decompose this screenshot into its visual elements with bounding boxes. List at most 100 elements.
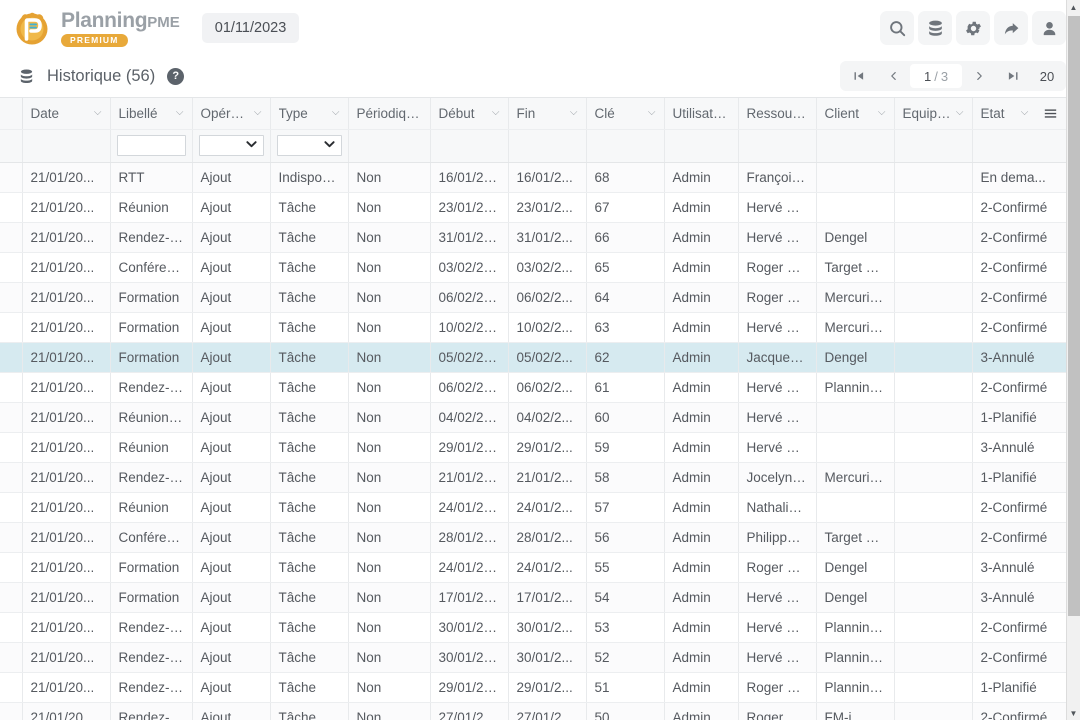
filter-input-libelle[interactable] bbox=[116, 135, 186, 156]
cell-etat: 3-Annulé bbox=[972, 342, 1066, 373]
grid-header-utilisateur[interactable]: Utilisateu... bbox=[664, 98, 739, 130]
page-scrollbar[interactable]: ▲ ▼ bbox=[1066, 0, 1080, 720]
grid-header-fin[interactable]: Fin ⌵ bbox=[508, 98, 587, 130]
row-selector[interactable] bbox=[0, 702, 23, 720]
row-selector[interactable] bbox=[0, 162, 23, 193]
row-selector[interactable] bbox=[0, 552, 23, 583]
page-size[interactable]: 20 bbox=[1030, 64, 1064, 88]
chevron-down-icon[interactable]: ⌵ bbox=[648, 108, 656, 118]
row-selector[interactable] bbox=[0, 222, 23, 253]
first-page-button[interactable] bbox=[842, 63, 876, 89]
cell-libelle: Formation bbox=[110, 582, 193, 613]
brand[interactable]: PlanningPME PREMIUM bbox=[12, 8, 180, 48]
cell-fin: 21/01/2... bbox=[508, 462, 587, 493]
chevron-down-icon[interactable]: ⌵ bbox=[1021, 108, 1029, 118]
scroll-up-arrow[interactable]: ▲ bbox=[1067, 0, 1080, 14]
table-row[interactable]: 21/01/20... Réunion i... Ajout Tâche Non 04/0… bbox=[0, 402, 1066, 433]
filter-select-operation[interactable] bbox=[198, 135, 264, 156]
table-row[interactable]: 21/01/20... Réunion Ajout Tâche Non 24/01/20.… bbox=[0, 492, 1066, 523]
gear-icon[interactable] bbox=[956, 11, 990, 45]
next-page-button[interactable] bbox=[962, 63, 996, 89]
table-row[interactable]: 21/01/20... Formation Ajout Tâche Non 06/02/2… bbox=[0, 282, 1066, 313]
cell-ressource: Hervé DU... bbox=[738, 432, 817, 463]
table-row[interactable]: 21/01/20... Rendez-v... Ajout Tâche Non 06/02… bbox=[0, 372, 1066, 403]
grid-header-ressource[interactable]: Ressourc... bbox=[738, 98, 817, 130]
table-row[interactable]: 21/01/20... Rendez-v... Ajout Tâche Non 30/01… bbox=[0, 612, 1066, 643]
row-selector[interactable] bbox=[0, 642, 23, 673]
grid-header-libelle[interactable]: Libellé ⌵ bbox=[110, 98, 193, 130]
row-selector[interactable] bbox=[0, 372, 23, 403]
grid-header-debut[interactable]: Début ⌵ bbox=[430, 98, 509, 130]
cell-date: 21/01/20... bbox=[22, 492, 111, 523]
table-row[interactable]: 21/01/20... Conféren... Ajout Tâche Non 28/01… bbox=[0, 522, 1066, 553]
table-row[interactable]: 21/01/20... Rendez-v... Ajout Tâche Non 21/01… bbox=[0, 462, 1066, 493]
table-row[interactable]: 21/01/20... Rendez-v... Ajout Tâche Non 30/01… bbox=[0, 642, 1066, 673]
row-selector[interactable] bbox=[0, 672, 23, 703]
chevron-down-icon bbox=[245, 140, 257, 151]
user-icon[interactable] bbox=[1032, 11, 1066, 45]
chevron-down-icon[interactable]: ⌵ bbox=[332, 108, 340, 118]
grid-header-operation[interactable]: Opératio.. ⌵ bbox=[192, 98, 271, 130]
table-row[interactable]: 21/01/20... Formation Ajout Tâche Non 05/02/2… bbox=[0, 342, 1066, 373]
table-row[interactable]: 21/01/20... Rendez-v... Ajout Tâche Non 31/01… bbox=[0, 222, 1066, 253]
table-row[interactable]: 21/01/20... Formation Ajout Tâche Non 10/02/2… bbox=[0, 312, 1066, 343]
page-separator: / bbox=[934, 68, 938, 84]
row-selector[interactable] bbox=[0, 252, 23, 283]
last-page-button[interactable] bbox=[996, 63, 1030, 89]
row-selector[interactable] bbox=[0, 612, 23, 643]
grid-header-etat[interactable]: Etat ⌵ bbox=[972, 98, 1066, 130]
grid-filter-operation[interactable] bbox=[192, 129, 271, 163]
cell-utilisateur: Admin bbox=[664, 642, 739, 673]
grid-header-client[interactable]: Client ⌵ bbox=[816, 98, 895, 130]
cell-type: Tâche bbox=[270, 192, 349, 223]
chevron-down-icon[interactable]: ⌵ bbox=[570, 108, 578, 118]
table-row[interactable]: 21/01/20... Conféren... Ajout Tâche Non 03/02… bbox=[0, 252, 1066, 283]
chevron-down-icon[interactable]: ⌵ bbox=[94, 108, 102, 118]
grid-header-equipement[interactable]: Equipem... ⌵ bbox=[894, 98, 973, 130]
cell-operation: Ajout bbox=[192, 492, 271, 523]
row-selector[interactable] bbox=[0, 312, 23, 343]
grid-menu-icon[interactable] bbox=[1044, 107, 1057, 120]
filter-select-type[interactable] bbox=[276, 135, 342, 156]
table-row[interactable]: 21/01/20... Réunion Ajout Tâche Non 29/01/20.… bbox=[0, 432, 1066, 463]
cell-debut: 06/02/20... bbox=[430, 372, 509, 403]
grid-header-periodique[interactable]: Périodiqu... bbox=[348, 98, 431, 130]
row-selector[interactable] bbox=[0, 522, 23, 553]
prev-page-button[interactable] bbox=[876, 63, 910, 89]
search-icon[interactable] bbox=[880, 11, 914, 45]
row-selector[interactable] bbox=[0, 402, 23, 433]
table-row[interactable]: 21/01/20... Formation Ajout Tâche Non 17/01/2… bbox=[0, 582, 1066, 613]
grid-header-type[interactable]: Type ⌵ bbox=[270, 98, 349, 130]
row-selector[interactable] bbox=[0, 462, 23, 493]
scrollbar-thumb[interactable] bbox=[1068, 16, 1080, 616]
row-selector[interactable] bbox=[0, 282, 23, 313]
chevron-down-icon[interactable]: ⌵ bbox=[254, 108, 262, 118]
date-field[interactable]: 01/11/2023 bbox=[201, 13, 300, 43]
table-row[interactable]: 21/01/20... Rendez-v... Ajout Tâche Non 29/01… bbox=[0, 672, 1066, 703]
help-icon[interactable]: ? bbox=[167, 67, 185, 85]
page-indicator[interactable]: 1 / 3 bbox=[910, 64, 962, 88]
chevron-down-icon[interactable]: ⌵ bbox=[878, 108, 886, 118]
table-row[interactable]: 21/01/20... Réunion Ajout Tâche Non 23/01/20.… bbox=[0, 192, 1066, 223]
chevron-down-icon[interactable]: ⌵ bbox=[492, 108, 500, 118]
page-title: Historique (56) bbox=[47, 66, 156, 85]
table-row[interactable]: 21/01/20... RTT Ajout Indisponi... Non 16/01/… bbox=[0, 162, 1066, 193]
grid-header-cle[interactable]: Clé ⌵ bbox=[586, 98, 665, 130]
row-selector[interactable] bbox=[0, 192, 23, 223]
table-row[interactable]: 21/01/20... Formation Ajout Tâche Non 24/01/2… bbox=[0, 552, 1066, 583]
row-selector[interactable] bbox=[0, 432, 23, 463]
share-icon[interactable] bbox=[994, 11, 1028, 45]
row-selector[interactable] bbox=[0, 492, 23, 523]
grid-filter-libelle[interactable] bbox=[110, 129, 193, 163]
cell-type: Tâche bbox=[270, 462, 349, 493]
row-selector[interactable] bbox=[0, 342, 23, 373]
scroll-down-arrow[interactable]: ▼ bbox=[1067, 706, 1080, 720]
chevron-down-icon[interactable]: ⌵ bbox=[176, 108, 184, 118]
chevron-down-icon[interactable]: ⌵ bbox=[956, 108, 964, 118]
cell-libelle: Réunion bbox=[110, 492, 193, 523]
grid-filter-type[interactable] bbox=[270, 129, 349, 163]
database-icon[interactable] bbox=[918, 11, 952, 45]
row-selector[interactable] bbox=[0, 582, 23, 613]
grid-header-date[interactable]: Date ⌵ bbox=[22, 98, 111, 130]
table-row[interactable]: 21/01/20... Rendez-v... Ajout Tâche Non 27/01… bbox=[0, 702, 1066, 720]
